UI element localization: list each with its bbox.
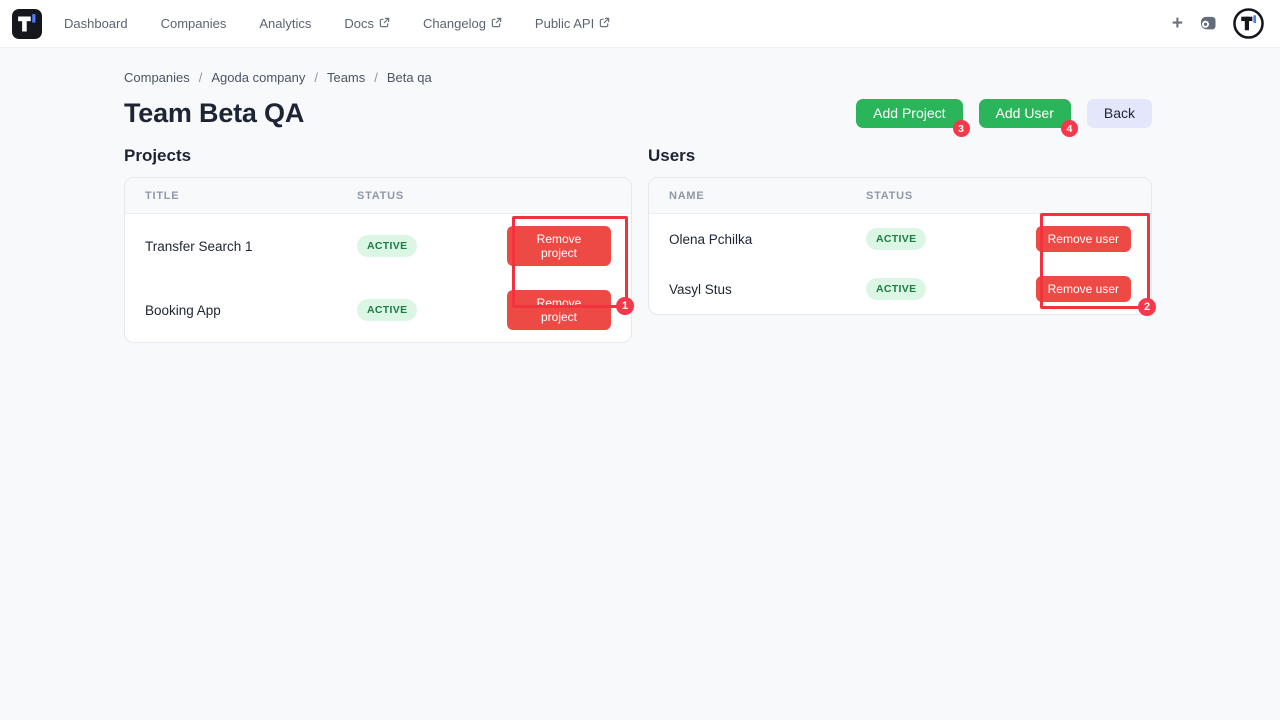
breadcrumb-beta-qa[interactable]: Beta qa <box>387 70 432 85</box>
add-project-button[interactable]: Add Project <box>856 99 962 128</box>
table-row: Vasyl Stus ACTIVE Remove user <box>649 264 1151 314</box>
status-badge: ACTIVE <box>357 299 417 321</box>
table-row: Booking App ACTIVE Remove project <box>125 278 631 342</box>
app-logo[interactable] <box>12 9 42 39</box>
add-user-button[interactable]: Add User <box>979 99 1071 128</box>
breadcrumb-teams[interactable]: Teams <box>327 70 365 85</box>
external-link-icon <box>379 17 390 28</box>
breadcrumb-separator: / <box>199 70 203 85</box>
status-badge: ACTIVE <box>866 228 926 250</box>
status-badge: ACTIVE <box>866 278 926 300</box>
projects-table: TITLE STATUS Transfer Search 1 ACTIVE Re… <box>125 178 631 342</box>
breadcrumb-separator: / <box>314 70 318 85</box>
annotation-badge-3: 3 <box>953 120 970 137</box>
column-header-title: TITLE <box>125 178 337 214</box>
external-link-icon <box>599 17 610 28</box>
column-header-status: STATUS <box>337 178 487 214</box>
table-row: Transfer Search 1 ACTIVE Remove project <box>125 214 631 279</box>
plus-icon: + <box>1172 14 1183 33</box>
page-title: Team Beta QA <box>124 98 304 129</box>
breadcrumb-agoda-company[interactable]: Agoda company <box>211 70 305 85</box>
projects-section: Projects TITLE STATUS Transfer Search 1 … <box>124 146 632 343</box>
status-badge: ACTIVE <box>357 235 417 257</box>
users-section: Users NAME STATUS Olena Pchilka ACTIVE <box>648 146 1152 343</box>
project-title: Transfer Search 1 <box>125 214 337 279</box>
external-link-icon <box>491 17 502 28</box>
nav-item-changelog[interactable]: Changelog <box>423 16 502 31</box>
feedback-widget-icon <box>1198 14 1218 34</box>
projects-heading: Projects <box>124 146 632 166</box>
nav-item-analytics[interactable]: Analytics <box>259 16 311 31</box>
nav-item-label: Docs <box>344 16 374 31</box>
nav-left: Dashboard Companies Analytics Docs Chang… <box>12 9 610 39</box>
remove-project-button[interactable]: Remove project <box>507 290 611 330</box>
feedback-widget-button[interactable] <box>1198 14 1218 34</box>
users-table: NAME STATUS Olena Pchilka ACTIVE Remove … <box>649 178 1151 314</box>
users-card: NAME STATUS Olena Pchilka ACTIVE Remove … <box>648 177 1152 315</box>
users-header-row: NAME STATUS <box>649 178 1151 214</box>
nav-item-companies[interactable]: Companies <box>161 16 227 31</box>
add-project-wrap: Add Project 3 <box>856 99 962 128</box>
column-header-actions <box>487 178 631 214</box>
projects-header-row: TITLE STATUS <box>125 178 631 214</box>
primary-nav: Dashboard Companies Analytics Docs Chang… <box>64 16 610 31</box>
user-name: Olena Pchilka <box>649 214 846 265</box>
users-heading: Users <box>648 146 1152 166</box>
avatar-icon <box>1233 8 1264 39</box>
breadcrumb: Companies / Agoda company / Teams / Beta… <box>124 70 1152 85</box>
title-row: Team Beta QA Add Project 3 Add User 4 Ba… <box>124 98 1152 129</box>
column-header-status: STATUS <box>846 178 996 214</box>
breadcrumb-separator: / <box>374 70 378 85</box>
nav-right: + <box>1172 8 1264 39</box>
column-header-actions <box>996 178 1151 214</box>
table-row: Olena Pchilka ACTIVE Remove user <box>649 214 1151 265</box>
projects-card: TITLE STATUS Transfer Search 1 ACTIVE Re… <box>124 177 632 343</box>
nav-item-label: Companies <box>161 16 227 31</box>
breadcrumb-companies[interactable]: Companies <box>124 70 190 85</box>
nav-item-label: Changelog <box>423 16 486 31</box>
remove-user-button[interactable]: Remove user <box>1036 276 1131 302</box>
nav-item-label: Analytics <box>259 16 311 31</box>
column-header-name: NAME <box>649 178 846 214</box>
page-actions: Add Project 3 Add User 4 Back <box>856 99 1152 128</box>
back-button[interactable]: Back <box>1087 99 1152 128</box>
nav-item-dashboard[interactable]: Dashboard <box>64 16 128 31</box>
app-logo-icon <box>12 9 42 39</box>
remove-user-button[interactable]: Remove user <box>1036 226 1131 252</box>
add-button[interactable]: + <box>1172 14 1183 33</box>
nav-item-docs[interactable]: Docs <box>344 16 390 31</box>
nav-item-public-api[interactable]: Public API <box>535 16 610 31</box>
top-nav: Dashboard Companies Analytics Docs Chang… <box>0 0 1280 48</box>
content-columns: Projects TITLE STATUS Transfer Search 1 … <box>124 146 1152 343</box>
main-content: Companies / Agoda company / Teams / Beta… <box>0 48 1280 343</box>
user-name: Vasyl Stus <box>649 264 846 314</box>
remove-project-button[interactable]: Remove project <box>507 226 611 266</box>
add-user-wrap: Add User 4 <box>979 99 1071 128</box>
project-title: Booking App <box>125 278 337 342</box>
user-avatar[interactable] <box>1233 8 1264 39</box>
annotation-badge-4: 4 <box>1061 120 1078 137</box>
nav-item-label: Dashboard <box>64 16 128 31</box>
nav-item-label: Public API <box>535 16 594 31</box>
